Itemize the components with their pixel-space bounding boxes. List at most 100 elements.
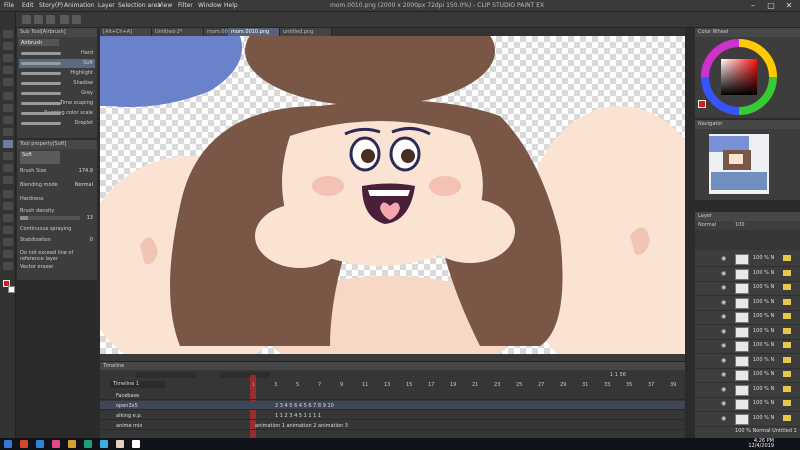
canvas-tab-active[interactable]: mom.0010.png [228,28,280,36]
app-icon[interactable] [84,440,92,448]
clip-studio-icon[interactable] [132,440,140,448]
decoration-tool-icon[interactable] [3,152,13,160]
menu-window[interactable]: Window [198,2,222,9]
layer-row[interactable]: ◉ 100 % N [695,412,800,427]
timeline-track[interactable]: alking e.p. 1 1 2 3 4 5 1 1 1 1 [100,411,685,420]
eye-icon[interactable]: ◉ [721,328,726,335]
brush-tool-icon[interactable] [3,116,13,124]
layer-row[interactable]: ◉ 100 % N [695,310,800,325]
fill-tool-icon[interactable] [3,190,13,198]
eye-icon[interactable]: ◉ [721,299,726,306]
menu-view[interactable]: View [158,2,172,9]
timeline-frame-ruler[interactable]: 13579111315171921232527293133353739 [250,362,685,392]
menu-animation[interactable]: Animation [64,2,95,9]
move-tool-icon[interactable] [3,42,13,50]
pencil-tool-icon[interactable] [3,104,13,112]
timeline-track[interactable]: anime mix animation 1 animation 2 animati… [100,421,685,430]
brush-item[interactable]: Shadow [19,79,95,88]
layer-row[interactable]: ◉ 100 % N [695,354,800,369]
timeline-name-select[interactable]: Timeline 1 [110,381,165,388]
layer-opacity[interactable]: 100 [735,222,745,228]
canvas-tab[interactable]: Untitled-2* [152,28,204,36]
frame-tool-icon[interactable] [3,226,13,234]
timeline-playback-controls[interactable] [136,372,196,378]
eye-icon[interactable]: ◉ [721,342,726,349]
maximize-button[interactable]: □ [764,1,778,11]
menu-layer[interactable]: Layer [98,2,115,9]
app-icon[interactable] [100,440,108,448]
eye-icon[interactable]: ◉ [721,284,726,291]
current-color-swatch[interactable] [698,100,706,108]
subtool-group-tab[interactable]: Airbrush [19,39,59,46]
stabilization-value[interactable]: 0 [90,237,93,243]
marker-tool-icon[interactable] [3,128,13,136]
select-tool-icon[interactable] [3,54,13,62]
canvas-tab[interactable]: [Alt+Ch+A] [100,28,152,36]
color-wheel[interactable] [701,39,777,115]
eye-icon[interactable]: ◉ [721,270,726,277]
eraser-tool-icon[interactable] [3,164,13,172]
save-icon[interactable] [46,15,55,24]
eye-icon[interactable]: ◉ [721,400,726,407]
menu-edit[interactable]: Edit [22,2,34,9]
app-icon[interactable] [116,440,124,448]
text-tool-icon[interactable] [3,250,13,258]
ruler-tool-icon[interactable] [3,238,13,246]
menu-help[interactable]: Help [224,2,238,9]
vector-eraser-checkbox[interactable]: Vector eraser [20,264,96,270]
zoom-tool-icon[interactable] [3,30,13,38]
minimize-button[interactable]: – [746,1,760,11]
balloon-tool-icon[interactable] [3,262,13,270]
layer-blend-mode[interactable]: Normal [698,222,716,228]
blend-tool-icon[interactable] [3,176,13,184]
close-button[interactable]: ✕ [782,1,796,11]
brush-item[interactable]: Soft [19,59,95,68]
app-icon[interactable] [20,440,28,448]
brush-item[interactable]: Highlight [19,69,95,78]
brush-item[interactable]: Droplet [19,119,95,128]
brush-density-slider[interactable] [20,216,80,220]
new-file-icon[interactable] [22,15,31,24]
brush-item[interactable]: Running color scale [19,109,95,118]
start-icon[interactable] [4,440,12,448]
layer-row[interactable]: ◉ 100 % N [695,281,800,296]
airbrush-tool-icon[interactable] [3,140,13,148]
figure-tool-icon[interactable] [3,214,13,222]
layer-row[interactable]: ◉ 100 % N [695,325,800,340]
continuous-spraying-checkbox[interactable]: Continuous spraying [20,226,96,232]
layer-row[interactable]: ◉ 100 % N [695,383,800,398]
redo-icon[interactable] [72,15,81,24]
brush-item[interactable]: Grey [19,89,95,98]
eye-icon[interactable]: ◉ [721,371,726,378]
app-icon[interactable] [68,440,76,448]
clock[interactable]: 4:26 PM 12/4/2019 [748,439,774,449]
undo-icon[interactable] [60,15,69,24]
app-icon[interactable] [36,440,44,448]
gradient-tool-icon[interactable] [3,202,13,210]
canvas-area[interactable] [100,36,685,354]
no-exceed-checkbox[interactable]: Do not exceed line of reference layer [20,250,96,262]
eye-icon[interactable]: ◉ [721,255,726,262]
menu-story[interactable]: Story(P) [39,2,63,9]
eyedropper-tool-icon[interactable] [3,78,13,86]
canvas-tab[interactable]: untitled.png [280,28,332,36]
eye-icon[interactable]: ◉ [721,357,726,364]
timeline-track[interactable]: Facebase [100,391,685,400]
lasso-tool-icon[interactable] [3,66,13,74]
sub-color-swatch[interactable] [8,286,15,293]
pen-tool-icon[interactable] [3,92,13,100]
menu-file[interactable]: File [4,2,14,9]
app-icon[interactable] [52,440,60,448]
eye-icon[interactable]: ◉ [721,313,726,320]
brush-item[interactable]: Hard [19,49,95,58]
layer-row[interactable]: ◉ 100 % N [695,252,800,267]
menu-filter[interactable]: Filter [178,2,193,9]
blending-mode-select[interactable]: Normal [75,182,93,188]
open-file-icon[interactable] [34,15,43,24]
timeline-track[interactable]: open3x5 2 3 4 5 6 4 5 6 7 8 9 10 [100,401,685,410]
layer-row[interactable]: ◉ 100 % N [695,368,800,383]
layer-row[interactable]: ◉ 100 % N [695,296,800,311]
eye-icon[interactable]: ◉ [721,386,726,393]
layer-row[interactable]: ◉ 100 % N [695,339,800,354]
layer-row[interactable]: ◉ 100 % N [695,267,800,282]
